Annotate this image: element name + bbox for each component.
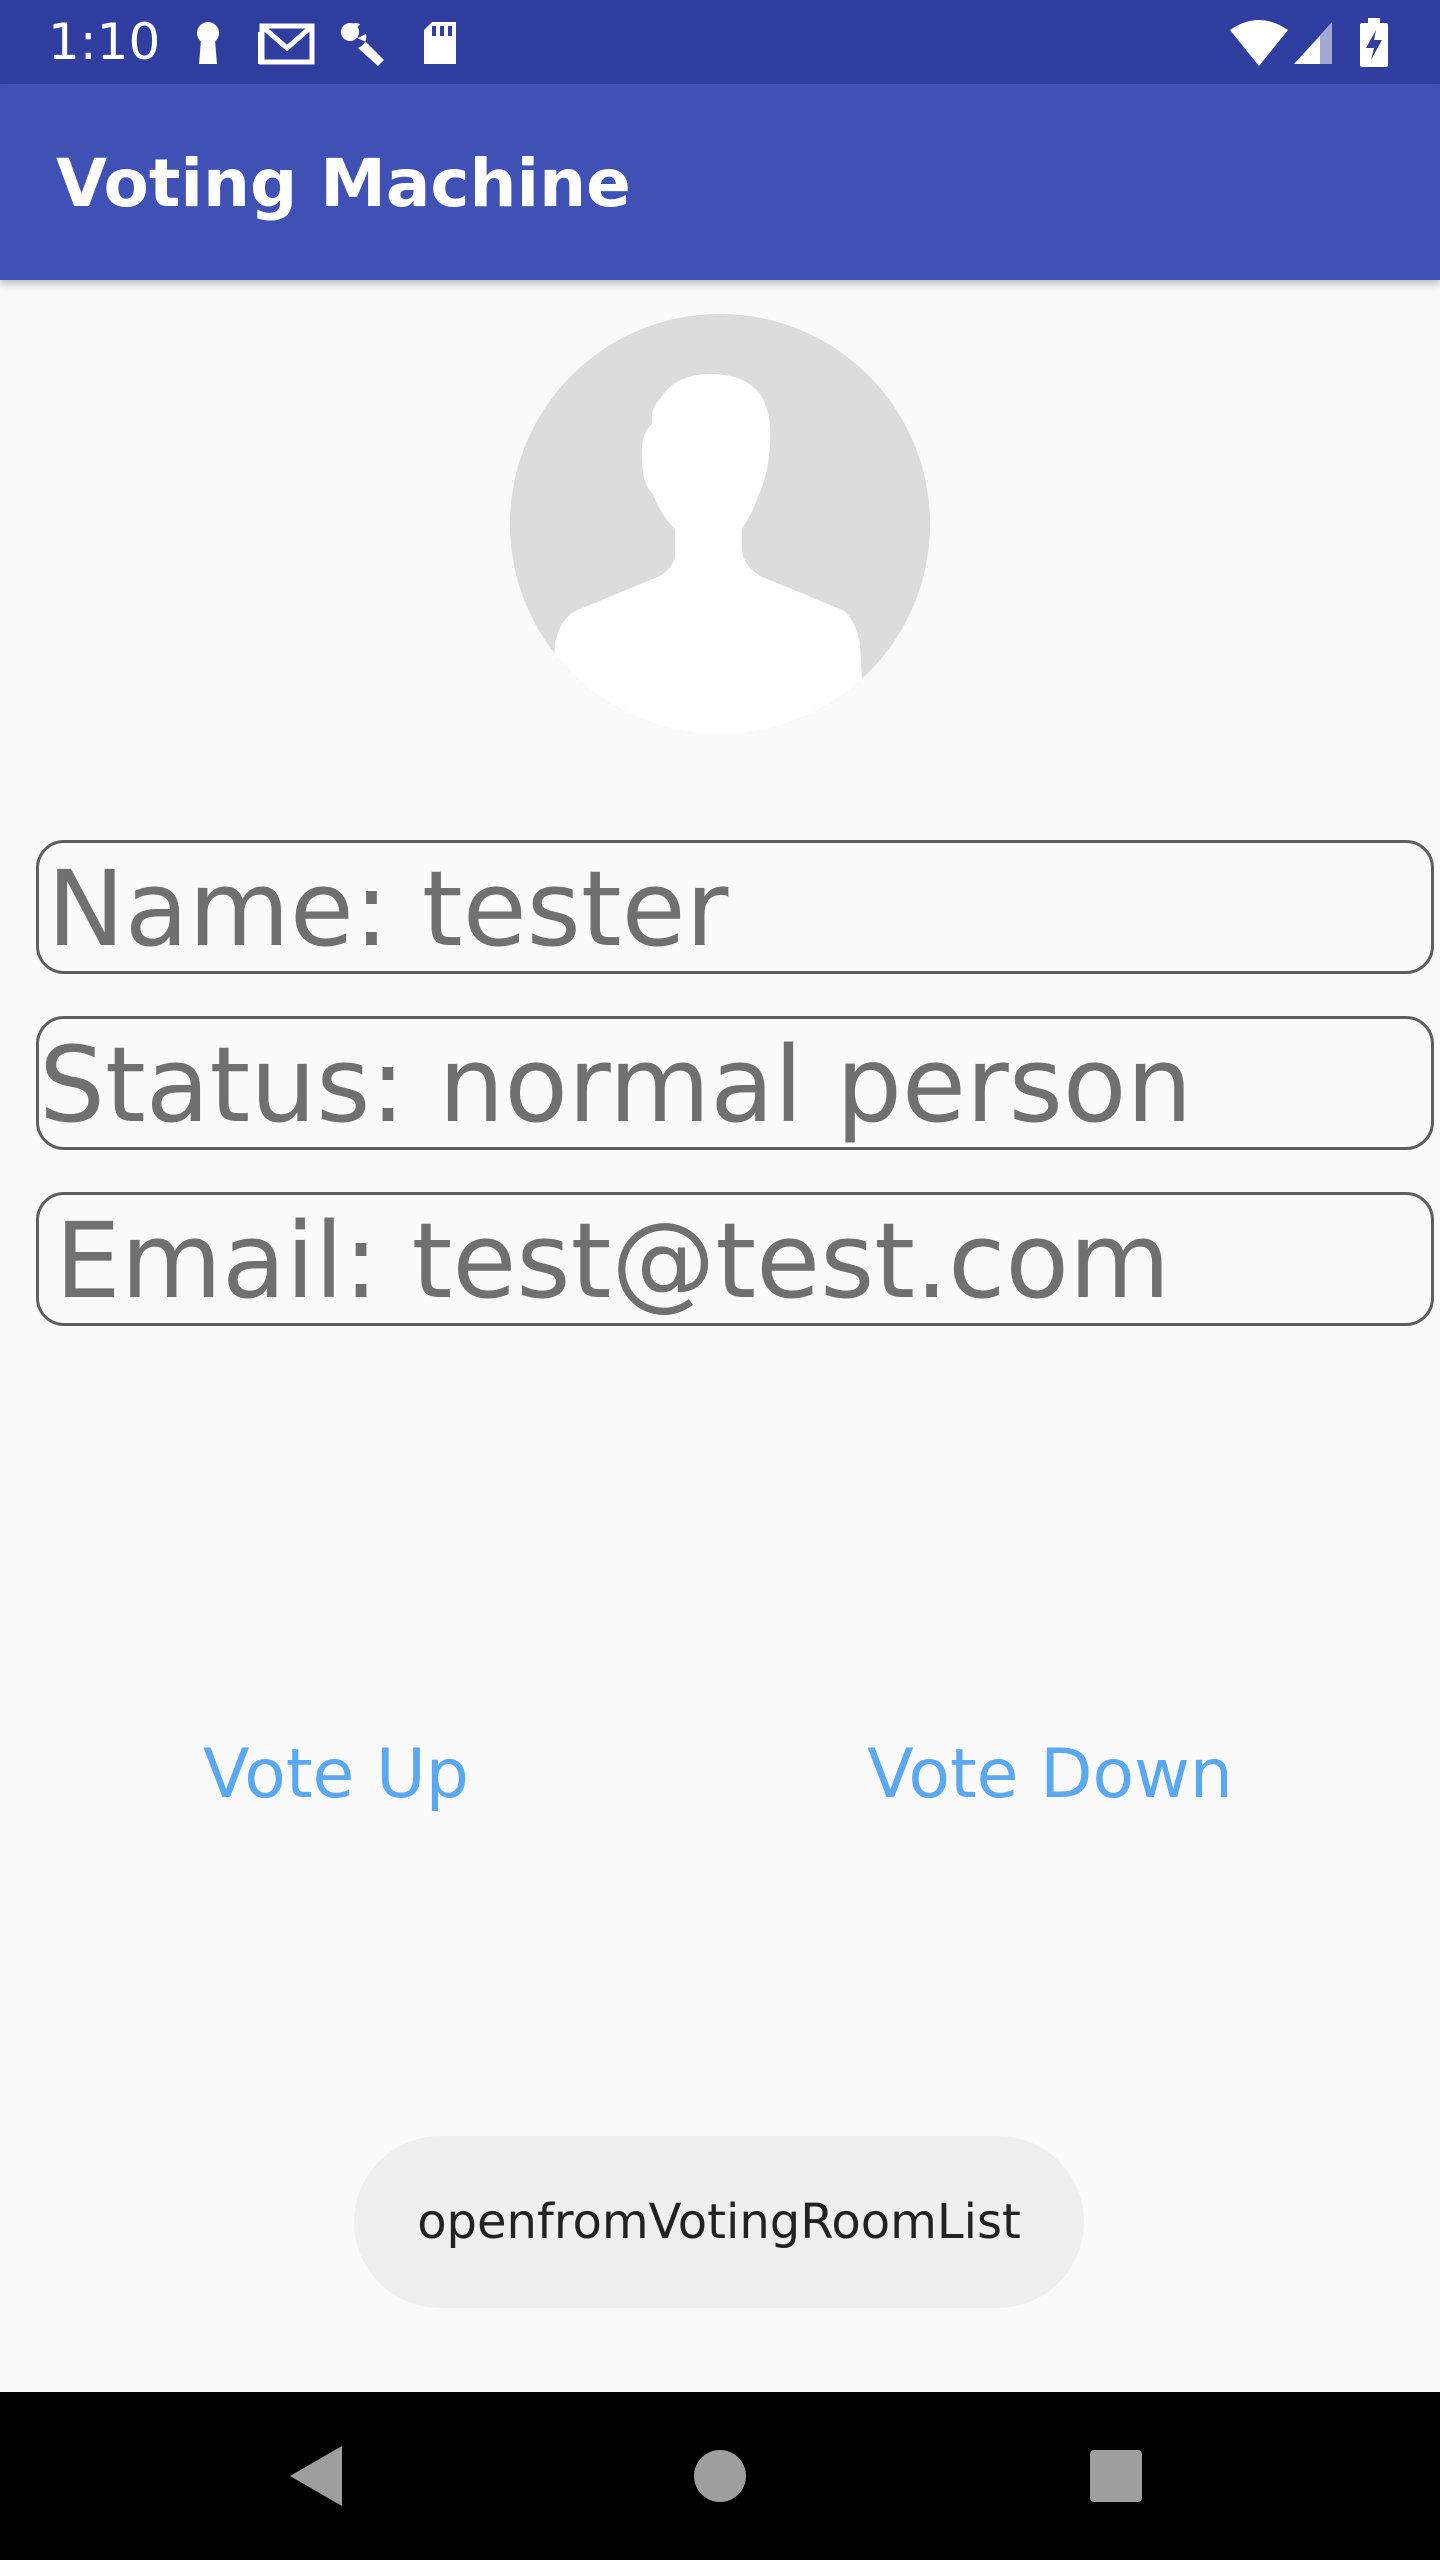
battery-charging-icon (1356, 18, 1392, 68)
app-bar: Voting Machine (0, 84, 1440, 280)
person-silhouette-icon (550, 374, 865, 734)
keyhole-icon (182, 18, 234, 68)
signal-icon (1290, 18, 1336, 68)
wifi-icon (1228, 18, 1290, 68)
wrench-icon (336, 18, 388, 68)
status-time: 1:10 (48, 13, 161, 71)
status-bar: 1:10 (0, 0, 1440, 84)
recents-icon[interactable] (1074, 2434, 1158, 2518)
email-field: Email: test@test.com (36, 1192, 1434, 1326)
sd-card-icon (418, 18, 462, 68)
back-icon[interactable] (276, 2434, 360, 2518)
email-text: Email: test@test.com (55, 1200, 1171, 1322)
name-text: Name: tester (47, 848, 729, 970)
vote-down-button[interactable]: Vote Down (860, 1720, 1240, 1830)
toast-message: openfromVotingRoomList (354, 2136, 1084, 2308)
app-title: Voting Machine (56, 145, 631, 222)
nav-bar (0, 2392, 1440, 2560)
status-field: Status: normal person (36, 1016, 1434, 1150)
status-text: Status: normal person (39, 1024, 1193, 1146)
vote-up-button[interactable]: Vote Up (176, 1720, 496, 1830)
name-field: Name: tester (36, 840, 1434, 974)
gmail-icon (256, 18, 316, 68)
home-icon[interactable] (678, 2434, 762, 2518)
avatar (510, 314, 930, 734)
